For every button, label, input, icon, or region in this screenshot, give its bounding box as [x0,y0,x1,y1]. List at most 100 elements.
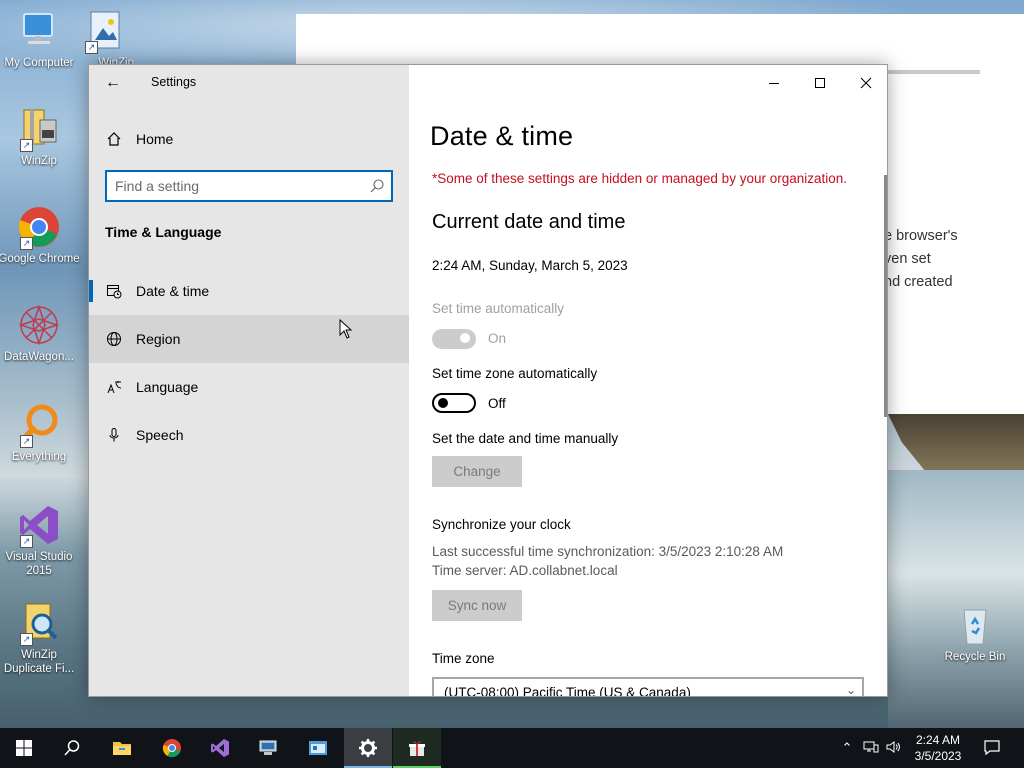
clock-date: 3/5/2023 [914,749,962,763]
taskbar-chrome[interactable] [148,728,196,768]
everything-search-icon: ↗ [16,402,62,448]
sidebar-item-speech[interactable]: Speech [89,411,409,459]
taskbar-file-explorer[interactable] [98,728,146,768]
search-icon [64,740,80,756]
taskbar-network-app[interactable] [244,728,292,768]
sync-now-button[interactable]: Sync now [432,590,522,621]
nav-home[interactable]: Home [89,121,409,157]
sync-clock-heading: Synchronize your clock [432,517,571,532]
current-date-time-heading: Current date and time [432,211,626,233]
sidebar-item-language[interactable]: Language [89,363,409,411]
timezone-select[interactable]: (UTC-08:00) Pacific Time (US & Canada) ⌄ [432,677,864,697]
desktop-icon-label: My Computer [4,57,74,69]
desktop-icon-winzip-partial[interactable]: ↗ WinZip [74,8,134,70]
desktop-icon-everything[interactable]: ↗ Everything [0,402,81,464]
winzip-icon: ↗ [16,106,62,152]
minimize-icon [769,83,779,85]
desktop-icon-label: Visual Studio 2015 [5,551,73,577]
desktop-icon-datawagon[interactable]: DataWagon... [0,302,81,364]
microphone-icon [109,428,119,442]
datawagon-icon [16,302,62,348]
mouse-cursor-icon [339,319,353,339]
settings-titlebar[interactable]: ← Settings [89,65,409,99]
desktop-icon-label: Everything [11,451,67,463]
taskbar-search-button[interactable] [48,728,96,768]
search-icon [370,179,384,193]
background-text-line: nd created [884,274,953,290]
clock-calendar-icon [107,285,122,299]
vertical-scrollbar[interactable] [884,175,887,417]
notification-icon [984,740,1000,756]
desktop-icon-recycle-bin[interactable]: Recycle Bin [933,602,1017,664]
recycle-bin-icon [952,602,998,648]
minimize-button[interactable] [751,65,797,99]
chrome-icon: ↗ [16,204,62,250]
volume-icon[interactable] [884,739,902,757]
computer-icon [16,8,62,54]
start-button[interactable] [0,728,48,768]
taskbar-visual-studio[interactable] [196,728,244,768]
background-window-bar [886,70,980,74]
managed-warning: *Some of these settings are hidden or ma… [432,171,848,186]
maximize-button[interactable] [797,65,843,99]
desktop-icon-chrome[interactable]: ↗ Google Chrome [0,204,81,266]
taskbar-installer-app[interactable] [393,728,441,768]
desktop-icon-label: WinZip Duplicate Fi... [3,649,75,675]
change-button[interactable]: Change [432,456,522,487]
sidebar-item-label: Speech [136,427,184,443]
set-time-auto-state: On [488,331,507,346]
clock-time: 2:24 AM [915,733,961,747]
desktop-icon-winzip-duplicate[interactable]: ↗ WinZip Duplicate Fi... [0,600,81,676]
desktop-icon-label: DataWagon... [4,351,74,363]
folder-icon [113,742,131,755]
set-time-auto-toggle [432,329,476,349]
search-box[interactable] [105,170,393,202]
app-window-icon [309,741,327,755]
chrome-icon [162,739,181,758]
gift-box-icon [409,741,425,756]
toggle-knob [438,398,448,408]
taskbar-settings[interactable] [344,728,392,768]
gear-icon [359,739,377,757]
taskbar-window-app[interactable] [294,728,342,768]
chevron-down-icon: ⌄ [845,683,856,697]
language-icon [107,381,122,394]
section-heading: Time & Language [105,224,222,240]
desktop-icon-label: WinZip [21,155,57,167]
back-arrow-icon[interactable]: ← [101,71,125,95]
sidebar-item-date-time[interactable]: Date & time [89,267,409,315]
search-input[interactable] [115,177,365,195]
current-date-time-value: 2:24 AM, Sunday, March 5, 2023 [432,258,628,273]
set-timezone-auto-label: Set time zone automatically [432,366,598,381]
wallpaper-sea [888,470,1024,730]
home-icon [107,132,121,146]
network-computer-icon [259,740,277,755]
network-icon[interactable] [862,739,880,757]
desktop-icon-winzip[interactable]: ↗ WinZip [0,106,81,168]
set-time-auto-label: Set time automatically [432,301,565,316]
close-button[interactable] [843,65,887,99]
desktop-icon-label: Recycle Bin [944,651,1006,663]
settings-window[interactable]: ← Settings Home Time & Language Date & t… [88,64,888,697]
settings-nav-pane: ← Settings Home Time & Language Date & t… [89,65,409,696]
sync-last-text: Last successful time synchronization: 3/… [432,544,784,559]
desktop-icon-my-computer[interactable]: My Computer [0,8,81,70]
toggle-knob [460,333,470,343]
sidebar-item-label: Language [136,379,199,395]
desktop-icon-visual-studio[interactable]: ↗ Visual Studio 2015 [0,502,81,578]
nav-home-label: Home [136,131,174,147]
manual-date-time-label: Set the date and time manually [432,431,619,446]
network-glyph-icon [863,741,879,753]
set-timezone-auto-state: Off [488,396,506,411]
taskbar-clock[interactable]: 2:24 AM 3/5/2023 [906,732,970,764]
set-timezone-auto-toggle[interactable] [432,393,476,413]
action-center-button[interactable] [982,738,1002,758]
sidebar-item-region[interactable]: Region [89,315,409,363]
globe-icon [107,332,121,346]
image-file-icon: ↗ [81,8,127,54]
taskbar: ⌃ 2:24 AM 3/5/2023 [0,728,1024,768]
close-icon [860,77,872,89]
chevron-up-icon[interactable]: ⌃ [838,739,856,757]
sidebar-item-label: Date & time [136,283,210,299]
desktop-icon-label: Google Chrome [0,253,80,265]
